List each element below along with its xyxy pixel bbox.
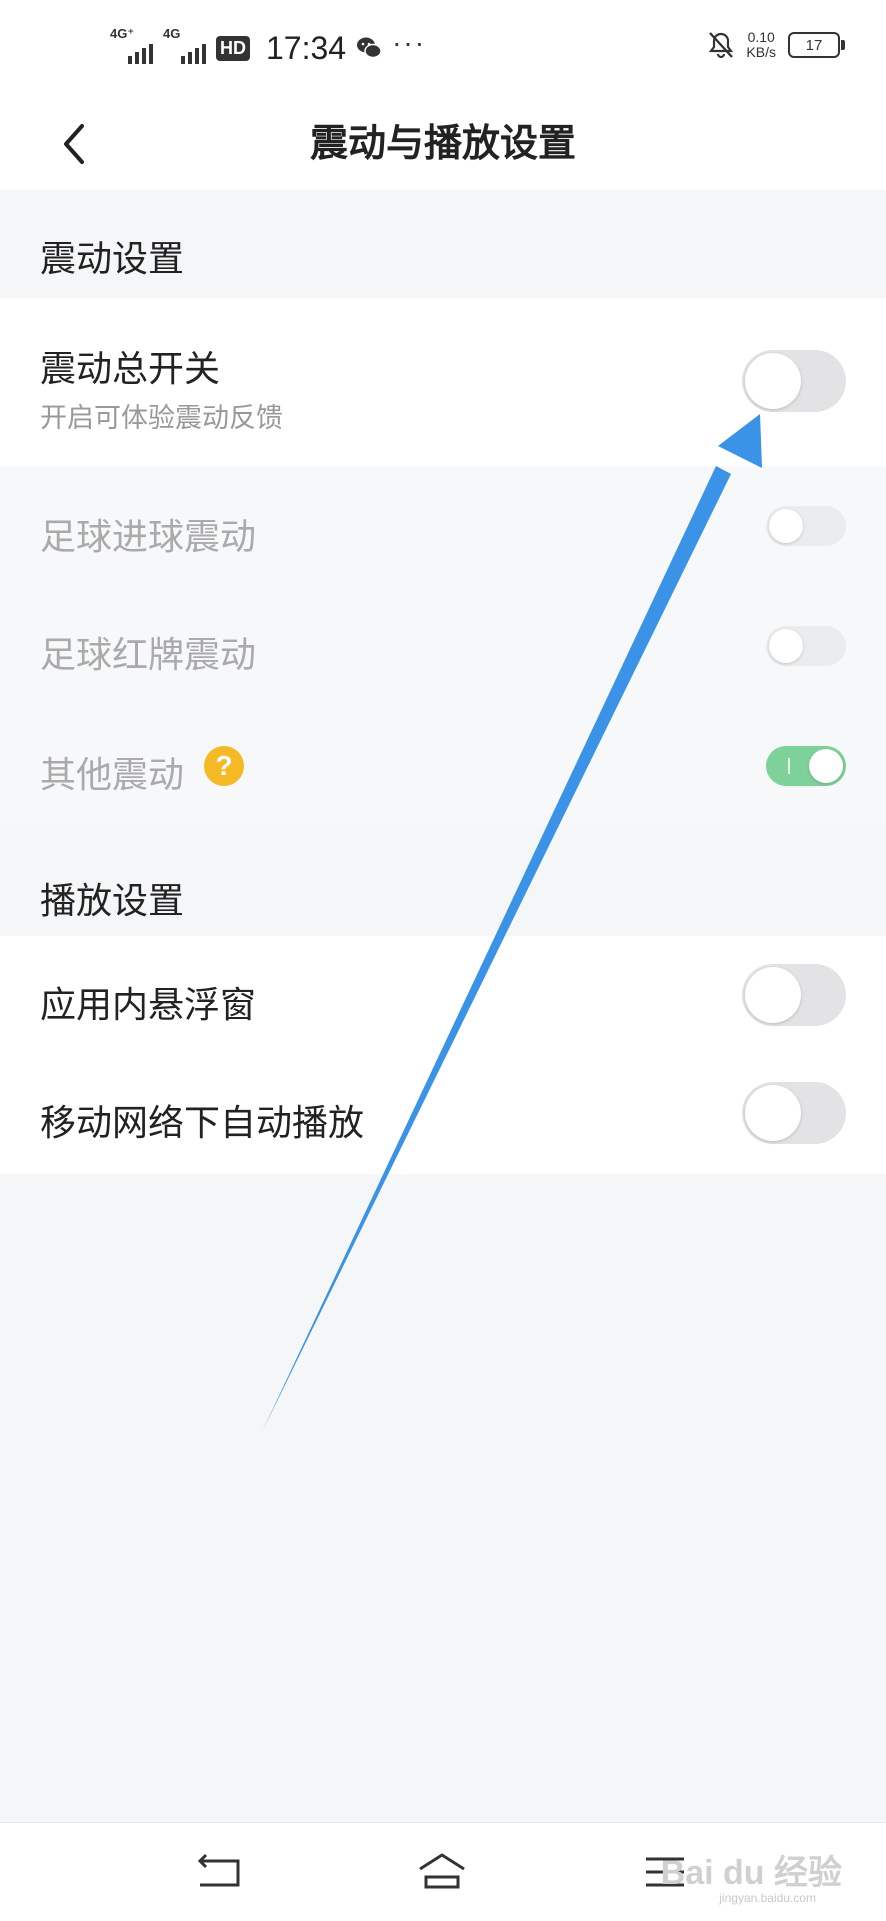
vibration-master-toggle[interactable] <box>742 350 846 412</box>
watermark-url: jingyan.baidu.com <box>719 1891 816 1905</box>
other-vibration-label: 其他震动 <box>40 754 185 795</box>
battery-level: 17 <box>805 36 823 54</box>
goal-vibration-toggle[interactable] <box>766 506 846 546</box>
speed-value: 0.10 <box>747 29 775 45</box>
system-nav-bar: Bai du 经验 jingyan.baidu.com <box>0 1822 886 1921</box>
vibration-items-card: 足球进球震动 足球红牌震动 其他震动 ? <box>0 466 886 826</box>
toggle-knob <box>809 749 843 783</box>
status-bar: 4G⁺ 4G HD 17:34 ··· 0.10 KB/s 17 <box>0 0 886 98</box>
vibration-master-row: 震动总开关 开启可体验震动反馈 <box>0 298 886 466</box>
list-item: 足球红牌震动 <box>0 586 886 706</box>
status-time: 17:34 <box>266 29 347 66</box>
page-title: 震动与播放设置 <box>309 123 576 165</box>
section-header-playback: 播放设置 <box>0 826 886 936</box>
other-vibration-toggle[interactable] <box>766 746 846 786</box>
playback-card: 应用内悬浮窗 移动网络下自动播放 <box>0 936 886 1174</box>
red-card-vibration-toggle[interactable] <box>766 626 846 666</box>
speed-unit: KB/s <box>746 44 776 60</box>
toggle-knob <box>745 353 801 409</box>
section-title: 播放设置 <box>40 880 185 921</box>
list-item: 移动网络下自动播放 <box>0 1054 886 1174</box>
toggle-knob <box>769 509 803 543</box>
section-title: 震动设置 <box>40 238 185 279</box>
floating-window-toggle[interactable] <box>742 964 846 1026</box>
hd-icon: HD <box>216 35 250 61</box>
section-header-vibration: 震动设置 <box>0 190 886 298</box>
mute-bell-icon <box>709 32 734 59</box>
help-icon[interactable]: ? <box>204 746 244 786</box>
vibration-master-card: 震动总开关 开启可体验震动反馈 <box>0 298 886 466</box>
network-type-2: 4G <box>163 26 181 41</box>
signal-icon-2: 4G <box>163 26 206 64</box>
signal-icon: 4G⁺ <box>110 26 153 64</box>
wechat-icon <box>357 37 382 59</box>
list-item: 足球进球震动 <box>0 466 886 586</box>
floating-window-label: 应用内悬浮窗 <box>40 984 257 1025</box>
battery-icon: 17 <box>788 32 845 58</box>
network-type: 4G⁺ <box>110 26 135 41</box>
vibration-master-sublabel: 开启可体验震动反馈 <box>40 403 283 433</box>
autoplay-mobile-toggle[interactable] <box>742 1082 846 1144</box>
watermark-brand: Bai du 经验 <box>660 1854 842 1892</box>
network-speed: 0.10 KB/s <box>746 30 776 60</box>
toggle-knob <box>745 1085 801 1141</box>
red-card-vibration-label: 足球红牌震动 <box>40 634 257 675</box>
goal-vibration-label: 足球进球震动 <box>40 516 257 557</box>
nav-home-icon[interactable] <box>414 1847 470 1897</box>
list-item: 应用内悬浮窗 <box>0 936 886 1054</box>
toggle-knob <box>745 967 801 1023</box>
more-status-icon: ··· <box>392 27 427 58</box>
nav-header: 震动与播放设置 <box>0 98 886 190</box>
nav-back-icon[interactable] <box>192 1847 248 1897</box>
list-item: 其他震动 ? <box>0 706 886 826</box>
vibration-master-label: 震动总开关 <box>40 348 221 389</box>
toggle-knob <box>769 629 803 663</box>
autoplay-mobile-label: 移动网络下自动播放 <box>40 1102 365 1143</box>
